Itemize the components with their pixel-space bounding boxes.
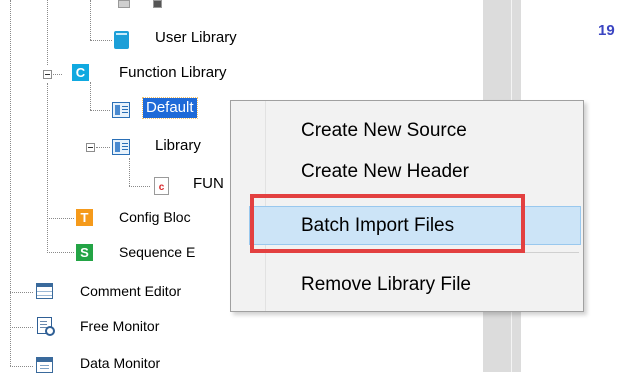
data-monitor-icon [36,357,53,373]
tree-item-data-monitor[interactable]: Data Monitor [80,353,160,373]
tree-item-user-library[interactable]: User Library [155,28,237,48]
tree-guide-line [90,110,110,111]
tree-guide-line [47,0,48,65]
tree-guide-line [10,292,33,293]
tree-guide-line [47,252,74,253]
tree-guide-line [129,186,150,187]
tree-guide-line [10,366,33,367]
partial-node-icon [118,0,130,8]
tree-guide-line [129,158,130,186]
book-icon [114,31,129,49]
tree-item-default[interactable]: Default [142,97,198,119]
comment-editor-icon [36,283,53,299]
line-number: 19 [598,22,615,39]
tree-guide-line [10,327,33,328]
tree-guide-line [47,218,74,219]
config-block-icon: T [76,209,93,226]
tree-item-fun[interactable]: FUN [193,174,224,194]
tree-guide-line [96,147,110,148]
library-file-icon [112,102,130,118]
tree-item-config-block[interactable]: Config Bloc [119,207,191,227]
menu-item-create-new-source[interactable]: Create New Source [301,119,467,143]
collapse-toggle-icon[interactable] [43,70,52,79]
tree-guide-line [53,74,62,75]
partial-node-icon [153,0,162,8]
tree-guide-line [47,83,48,253]
collapse-toggle-icon[interactable] [86,143,95,152]
tree-guide-line [90,82,91,110]
tree-item-function-library[interactable]: Function Library [119,63,227,83]
menu-item-create-new-header[interactable]: Create New Header [301,160,469,184]
library-file-icon [112,139,130,155]
c-library-icon: C [72,64,89,81]
tree-guide-line [10,0,11,366]
tree-guide-line [90,40,112,41]
c-source-file-icon: c [154,177,169,195]
sequence-icon: S [76,244,93,261]
tree-item-comment-editor[interactable]: Comment Editor [80,281,181,301]
tree-item-sequence[interactable]: Sequence E [119,242,195,262]
annotation-highlight-box [250,194,525,253]
tree-item-library[interactable]: Library [155,136,201,156]
tree-guide-line [90,0,91,40]
free-monitor-icon [37,317,55,336]
tree-item-free-monitor[interactable]: Free Monitor [80,316,159,336]
menu-item-remove-library-file[interactable]: Remove Library File [301,273,471,297]
